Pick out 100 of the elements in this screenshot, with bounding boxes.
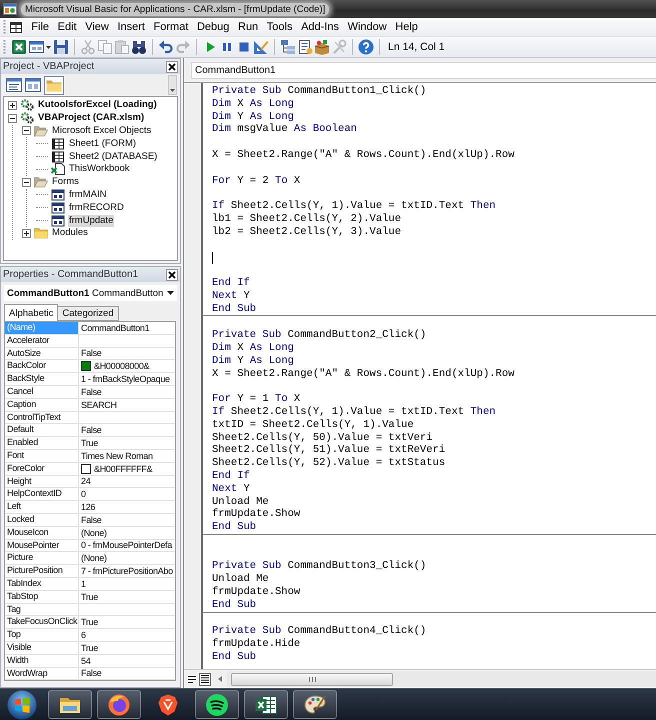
object-combo[interactable]: CommandButton1 CommandButton	[4, 285, 177, 301]
property-name[interactable]: Height	[5, 476, 79, 488]
module-view-button[interactable]	[199, 672, 211, 686]
property-name[interactable]: Cancel	[5, 386, 79, 398]
scrollbar[interactable]	[168, 75, 177, 95]
property-name[interactable]: TabIndex	[5, 578, 79, 590]
property-name[interactable]: MousePointer	[5, 540, 79, 552]
close-button[interactable]	[166, 60, 178, 72]
menu-item[interactable]: File	[27, 19, 54, 35]
code-window-icon[interactable]	[6, 78, 22, 92]
tree-item[interactable]: frmRECORD	[68, 202, 125, 214]
undo-icon[interactable]	[158, 39, 174, 55]
minus-box-icon[interactable]	[22, 126, 31, 136]
property-name[interactable]: Top	[5, 629, 79, 641]
taskbar-button[interactable]	[97, 690, 141, 719]
start-orb-icon[interactable]	[7, 690, 37, 720]
menu-item[interactable]: Add-Ins	[296, 19, 344, 35]
property-value[interactable]: 126	[79, 501, 175, 513]
property-value[interactable]: &H00FFFFFF&	[79, 462, 175, 475]
tab[interactable]: Alphabetic	[4, 304, 58, 321]
menu-item[interactable]: Debug	[192, 19, 234, 35]
scrollbar-thumb[interactable]	[231, 672, 393, 686]
property-value[interactable]: 24	[79, 476, 175, 488]
property-name[interactable]: Font	[5, 450, 79, 462]
property-name[interactable]: BackStyle	[5, 373, 79, 385]
property-name[interactable]: Default	[5, 424, 79, 436]
property-value[interactable]: 0	[79, 488, 175, 500]
save-icon[interactable]	[53, 39, 69, 55]
property-name[interactable]: MouseIcon	[5, 526, 79, 539]
property-name[interactable]: Left	[5, 501, 79, 513]
tree-item[interactable]: Microsoft Excel Objects	[51, 124, 152, 137]
property-name[interactable]: Picture	[5, 552, 79, 564]
property-value[interactable]: &H00008000&	[79, 360, 175, 372]
property-name[interactable]: Accelerator	[5, 334, 79, 347]
property-name[interactable]: AutoSize	[5, 348, 79, 360]
property-name[interactable]: TabStop	[5, 590, 79, 603]
property-name[interactable]: Tag	[5, 604, 79, 616]
help-icon[interactable]	[358, 39, 374, 55]
property-name[interactable]: BackColor	[5, 360, 79, 372]
tree-item[interactable]: Sheet2 (DATABASE)	[68, 150, 158, 163]
menu-item[interactable]: Format	[149, 19, 193, 35]
taskbar-button[interactable]	[195, 690, 239, 719]
taskbar-button[interactable]	[244, 690, 288, 719]
property-value[interactable]: False	[79, 668, 175, 680]
menu-item[interactable]: Run	[234, 19, 262, 35]
form-window-icon[interactable]	[25, 78, 41, 92]
tree-item[interactable]: ThisWorkbook	[68, 163, 131, 176]
scrollbar-track[interactable]	[227, 671, 656, 687]
property-name[interactable]: HelpContextID	[5, 488, 79, 500]
menu-item[interactable]: Help	[391, 19, 422, 35]
property-value[interactable]: False	[79, 386, 175, 398]
form-grid-icon[interactable]	[10, 22, 22, 32]
taskbar-button[interactable]	[293, 690, 337, 719]
tree-item[interactable]: Sheet1 (FORM)	[68, 138, 138, 150]
shapes-box-icon[interactable]	[314, 39, 330, 55]
tree-item[interactable]: Modules	[51, 227, 89, 240]
property-value[interactable]: 0 - fmMousePointerDefa	[79, 540, 175, 552]
plus-box-icon[interactable]	[8, 100, 17, 110]
menu-item[interactable]: Insert	[113, 19, 150, 35]
property-value[interactable]: SEARCH	[79, 398, 175, 411]
property-name[interactable]: Width	[5, 654, 79, 667]
property-name[interactable]: WordWrap	[5, 668, 79, 680]
property-value[interactable]: Times New Roman	[79, 450, 175, 462]
property-value[interactable]: False	[79, 514, 175, 526]
tree-item[interactable]: KutoolsforExcel (Loading)	[37, 99, 158, 112]
properties-sheet-icon[interactable]	[297, 39, 313, 55]
property-name[interactable]: Visible	[5, 642, 79, 654]
property-value[interactable]: 1	[79, 578, 175, 590]
tab[interactable]: Categorized	[57, 306, 119, 321]
minus-box-icon[interactable]	[22, 178, 31, 187]
menu-item[interactable]: Tools	[262, 19, 297, 35]
project-tree-icon[interactable]	[280, 39, 296, 55]
property-value[interactable]: True	[79, 642, 175, 654]
property-value[interactable]: False	[79, 348, 175, 360]
scroll-left-icon[interactable]	[218, 676, 222, 682]
form-window-caret-icon[interactable]	[28, 39, 52, 55]
property-value[interactable]: 7 - fmPicturePositionAbo	[79, 565, 175, 577]
plus-box-icon[interactable]	[22, 228, 31, 238]
property-name[interactable]: ControlTipText	[5, 412, 79, 424]
property-value[interactable]: True	[79, 437, 175, 449]
property-name[interactable]: PicturePosition	[5, 565, 79, 577]
tree-item[interactable]: frmUpdate	[68, 214, 114, 227]
property-value[interactable]: 54	[79, 654, 175, 667]
property-value[interactable]: True	[79, 590, 175, 603]
minus-box-icon[interactable]	[8, 114, 17, 123]
folder-toggle-button[interactable]	[44, 76, 64, 94]
tree-item[interactable]: frmMAIN	[68, 188, 108, 201]
close-button[interactable]	[166, 268, 178, 280]
property-name[interactable]: TakeFocusOnClick	[5, 616, 79, 628]
property-value[interactable]: (None)	[79, 526, 175, 539]
property-value[interactable]: 1 - fmBackStyleOpaque	[79, 373, 175, 385]
property-name[interactable]: ForeColor	[5, 462, 79, 475]
binoculars-icon[interactable]	[131, 39, 147, 55]
property-name[interactable]: Caption	[5, 398, 79, 411]
set-square-pencil-icon[interactable]	[253, 39, 269, 55]
tree-item[interactable]: VBAProject (CAR.xlsm)	[37, 112, 146, 124]
property-name[interactable]: Locked	[5, 514, 79, 526]
property-value[interactable]: (None)	[79, 552, 175, 564]
property-name[interactable]: Enabled	[5, 437, 79, 449]
property-value[interactable]: False	[79, 424, 175, 436]
